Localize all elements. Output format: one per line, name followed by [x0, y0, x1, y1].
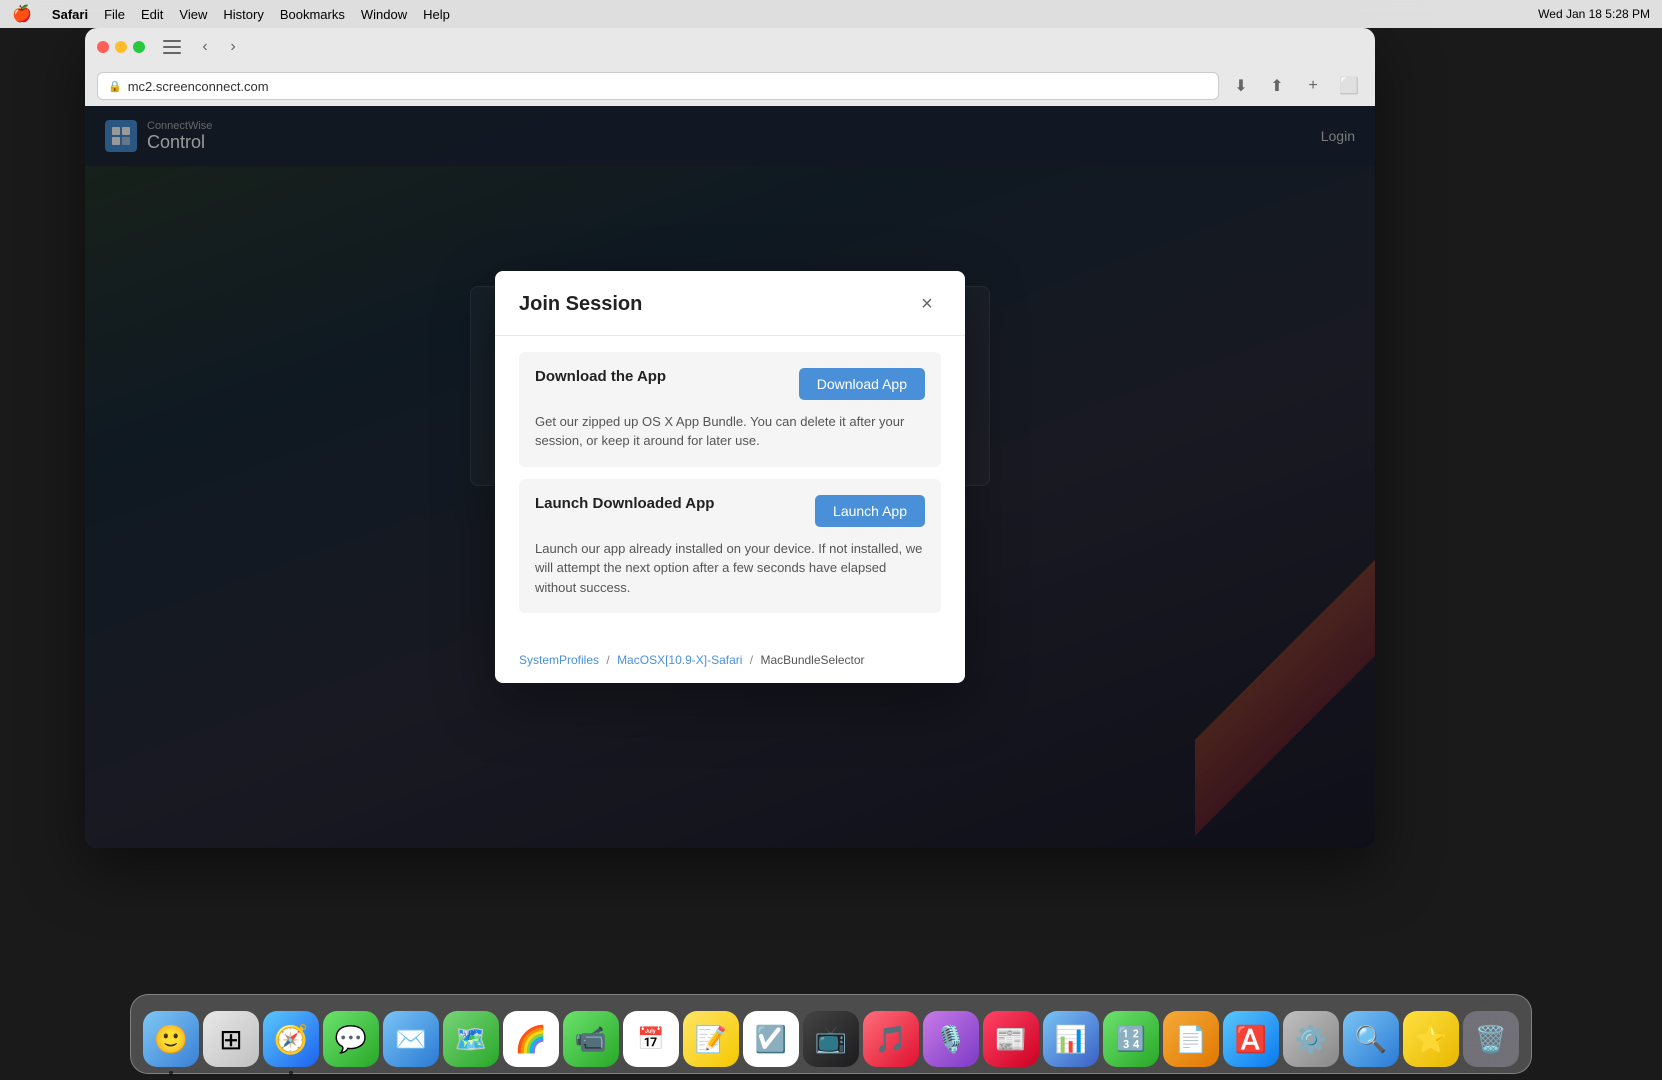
menu-window[interactable]: Window [361, 7, 407, 22]
dock-keynote[interactable]: 📊 [1043, 1011, 1099, 1067]
nav-buttons: ‹ › [193, 35, 245, 59]
share-button[interactable]: ⬆ [1263, 72, 1291, 100]
datetime-display: Wed Jan 18 5:28 PM [1538, 7, 1650, 21]
dock-finder[interactable]: 🙂 [143, 1011, 199, 1067]
forward-button[interactable]: › [221, 35, 245, 59]
launch-app-button[interactable]: Launch App [815, 495, 925, 527]
launch-option-title: Launch Downloaded App [535, 495, 714, 512]
new-tab-button[interactable]: + [1299, 72, 1327, 100]
footer-link-systemprofiles[interactable]: SystemProfiles [519, 653, 599, 667]
download-app-button[interactable]: Download App [799, 368, 925, 400]
apple-menu[interactable]: 🍎 [12, 4, 32, 24]
menu-help[interactable]: Help [423, 7, 450, 22]
dock-receipts[interactable]: ⭐ [1403, 1011, 1459, 1067]
sidebar-toggle[interactable] [163, 40, 181, 54]
dock: 🙂 ⊞ 🧭 💬 ✉️ 🗺️ 🌈 📹 📅 📝 ☑️ 📺 [130, 994, 1532, 1074]
download-button[interactable]: ⬇ [1227, 72, 1255, 100]
dock-messages[interactable]: 💬 [323, 1011, 379, 1067]
dock-pages[interactable]: 📄 [1163, 1011, 1219, 1067]
menu-edit[interactable]: Edit [141, 7, 163, 22]
title-bar: ‹ › [85, 28, 1375, 66]
modal-body: Download the App Download App Get our zi… [495, 336, 965, 646]
dock-maps[interactable]: 🗺️ [443, 1011, 499, 1067]
browser-chrome: ‹ › 🔒 mc2.screenconnect.com ⬇ ⬆ + ⬜ [85, 28, 1375, 106]
dock-photos[interactable]: 🌈 [503, 1011, 559, 1067]
launch-option-description: Launch our app already installed on your… [535, 539, 925, 598]
launch-option-card: Launch Downloaded App Launch App Launch … [519, 479, 941, 614]
minimize-button[interactable] [115, 41, 127, 53]
tabs-button[interactable]: ⬜ [1335, 72, 1363, 100]
dock-news[interactable]: 📰 [983, 1011, 1039, 1067]
modal-overlay: Join Session × Download the App Download… [85, 106, 1375, 848]
dock-appstore[interactable]: 🅰️ [1223, 1011, 1279, 1067]
dock-facetime[interactable]: 📹 [563, 1011, 619, 1067]
dock-systemprefs[interactable]: ⚙️ [1283, 1011, 1339, 1067]
menu-safari[interactable]: Safari [52, 7, 88, 22]
download-option-description: Get our zipped up OS X App Bundle. You c… [535, 412, 925, 451]
dock-numbers[interactable]: 🔢 [1103, 1011, 1159, 1067]
address-bar-row: 🔒 mc2.screenconnect.com ⬇ ⬆ + ⬜ [85, 66, 1375, 106]
footer-sep2: / [750, 653, 753, 667]
fullscreen-button[interactable] [133, 41, 145, 53]
modal-close-button[interactable]: × [913, 291, 941, 319]
footer-sep1: / [606, 653, 609, 667]
url-text: mc2.screenconnect.com [128, 79, 269, 94]
dock-proxyman[interactable]: 🔍 [1343, 1011, 1399, 1067]
menu-bookmarks[interactable]: Bookmarks [280, 7, 345, 22]
dock-safari[interactable]: 🧭 [263, 1011, 319, 1067]
lock-icon: 🔒 [108, 80, 122, 93]
dock-launchpad[interactable]: ⊞ [203, 1011, 259, 1067]
page-background: ConnectWise Control Login Join Session × [85, 106, 1375, 848]
close-button[interactable] [97, 41, 109, 53]
traffic-lights [97, 41, 145, 53]
dock-mail[interactable]: ✉️ [383, 1011, 439, 1067]
footer-link-macosx[interactable]: MacOSX[10.9-X]-Safari [617, 653, 742, 667]
address-bar[interactable]: 🔒 mc2.screenconnect.com [97, 72, 1219, 100]
dock-reminders[interactable]: ☑️ [743, 1011, 799, 1067]
dock-calendar[interactable]: 📅 [623, 1011, 679, 1067]
menu-file[interactable]: File [104, 7, 125, 22]
join-session-modal: Join Session × Download the App Download… [495, 271, 965, 684]
dock-appletv[interactable]: 📺 [803, 1011, 859, 1067]
back-button[interactable]: ‹ [193, 35, 217, 59]
download-option-top: Download the App Download App [535, 368, 925, 400]
modal-header: Join Session × [495, 271, 965, 336]
browser-window: ‹ › 🔒 mc2.screenconnect.com ⬇ ⬆ + ⬜ [85, 28, 1375, 848]
menu-bar: 🍎 Safari File Edit View History Bookmark… [0, 0, 1662, 28]
footer-plain-text: MacBundleSelector [760, 653, 864, 667]
modal-title: Join Session [519, 293, 642, 316]
dock-notes[interactable]: 📝 [683, 1011, 739, 1067]
dock-music[interactable]: 🎵 [863, 1011, 919, 1067]
dock-podcasts[interactable]: 🎙️ [923, 1011, 979, 1067]
modal-footer: SystemProfiles / MacOSX[10.9-X]-Safari /… [495, 645, 965, 683]
menu-view[interactable]: View [179, 7, 207, 22]
download-option-title: Download the App [535, 368, 666, 385]
download-option-card: Download the App Download App Get our zi… [519, 352, 941, 467]
menu-history[interactable]: History [223, 7, 263, 22]
launch-option-top: Launch Downloaded App Launch App [535, 495, 925, 527]
dock-trash[interactable]: 🗑️ [1463, 1011, 1519, 1067]
